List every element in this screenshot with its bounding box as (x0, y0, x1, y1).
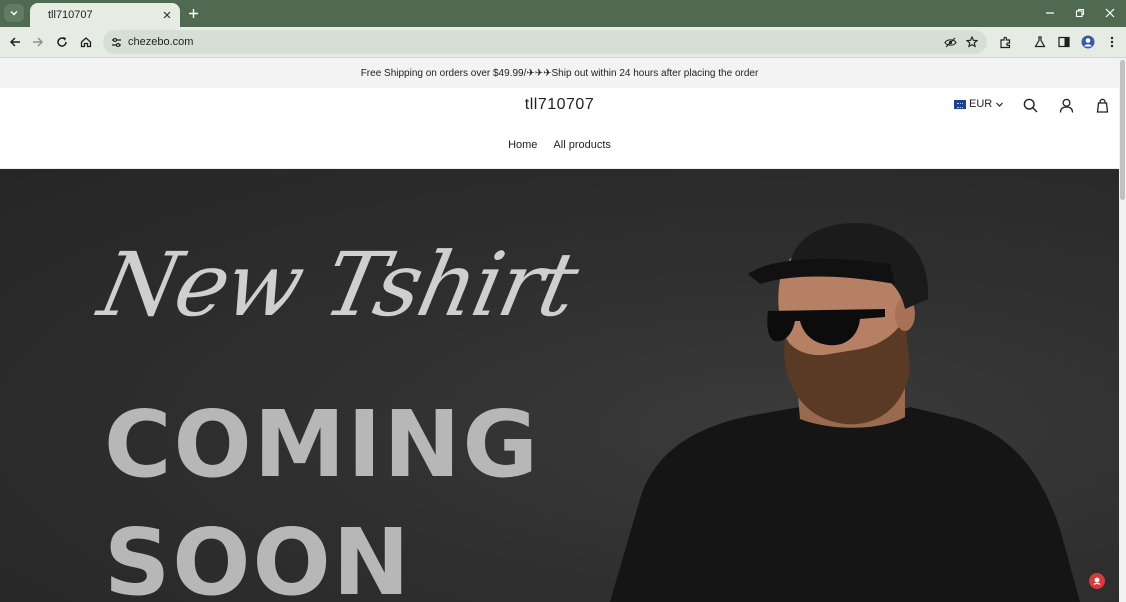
announcement-text: Free Shipping on orders over $49.99/✈✈✈S… (360, 67, 759, 79)
eye-off-icon (943, 37, 957, 47)
tab-strip: tll710707 (0, 0, 1126, 27)
reload-icon (57, 37, 67, 47)
side-panel-icon (1058, 36, 1070, 48)
site-logo[interactable]: tll710707 (0, 96, 1119, 114)
site-info-button[interactable] (109, 35, 123, 49)
scrollbar-thumb[interactable] (1120, 60, 1125, 200)
forward-button[interactable] (30, 34, 46, 50)
url-text[interactable]: chezebo.com (128, 36, 193, 48)
model-photo (610, 223, 1080, 602)
hero-banner[interactable]: New Tshirt COMING SOON (0, 169, 1119, 602)
user-icon (1059, 98, 1073, 113)
close-icon (1105, 8, 1115, 18)
site-header: tll710707 EUR Home All products (0, 88, 1119, 169)
close-icon (163, 11, 171, 19)
cart-button[interactable] (1094, 97, 1110, 113)
main-nav: Home All products (0, 139, 1119, 151)
close-window-button[interactable] (1102, 6, 1118, 20)
labs-button[interactable] (1032, 34, 1048, 50)
star-icon (966, 36, 978, 48)
new-tab-button[interactable] (186, 6, 201, 21)
tune-icon (111, 37, 121, 47)
back-button[interactable] (7, 34, 23, 50)
nav-all-products[interactable]: All products (553, 139, 610, 151)
home-button[interactable] (78, 34, 94, 50)
extensions-button[interactable] (997, 34, 1013, 50)
account-button[interactable] (1058, 97, 1074, 113)
search-button[interactable] (1022, 97, 1038, 113)
arrow-left-icon (9, 37, 20, 47)
bookmark-button[interactable] (965, 35, 979, 49)
chevron-down-icon (996, 102, 1004, 107)
currency-selector[interactable]: EUR (954, 98, 1004, 110)
reload-button[interactable] (54, 34, 70, 50)
tab-search-button[interactable] (4, 4, 24, 22)
kebab-menu-icon (1110, 36, 1114, 48)
profile-button[interactable] (1080, 34, 1096, 50)
arrow-right-icon (33, 37, 44, 47)
flask-icon (1034, 36, 1046, 48)
shopping-bag-icon (1096, 98, 1108, 113)
eu-flag-icon (954, 99, 966, 109)
menu-button[interactable] (1104, 34, 1120, 50)
nav-home[interactable]: Home (508, 139, 537, 151)
chat-widget-button[interactable] (1089, 573, 1105, 589)
home-icon (80, 37, 92, 48)
browser-toolbar: chezebo.com (0, 27, 1126, 58)
side-panel-button[interactable] (1056, 34, 1072, 50)
minimize-button[interactable] (1042, 6, 1058, 20)
avatar-icon (1081, 35, 1095, 49)
plus-icon (189, 9, 198, 18)
tab-close-button[interactable] (160, 8, 174, 22)
announcement-bar: Free Shipping on orders over $49.99/✈✈✈S… (0, 58, 1119, 88)
tab-title: tll710707 (48, 9, 93, 21)
restore-icon (1075, 8, 1085, 18)
address-bar[interactable]: chezebo.com (103, 30, 987, 54)
puzzle-icon (999, 36, 1010, 48)
restore-button[interactable] (1072, 6, 1088, 20)
currency-label: EUR (969, 98, 993, 110)
tracking-protection-button[interactable] (943, 35, 957, 49)
chat-icon (1093, 577, 1101, 585)
browser-tab[interactable]: tll710707 (30, 3, 180, 27)
minimize-icon (1046, 12, 1054, 14)
search-icon (1023, 98, 1037, 112)
web-page: Free Shipping on orders over $49.99/✈✈✈S… (0, 58, 1119, 602)
page-scrollbar[interactable] (1119, 58, 1126, 602)
chevron-down-icon (10, 11, 18, 16)
